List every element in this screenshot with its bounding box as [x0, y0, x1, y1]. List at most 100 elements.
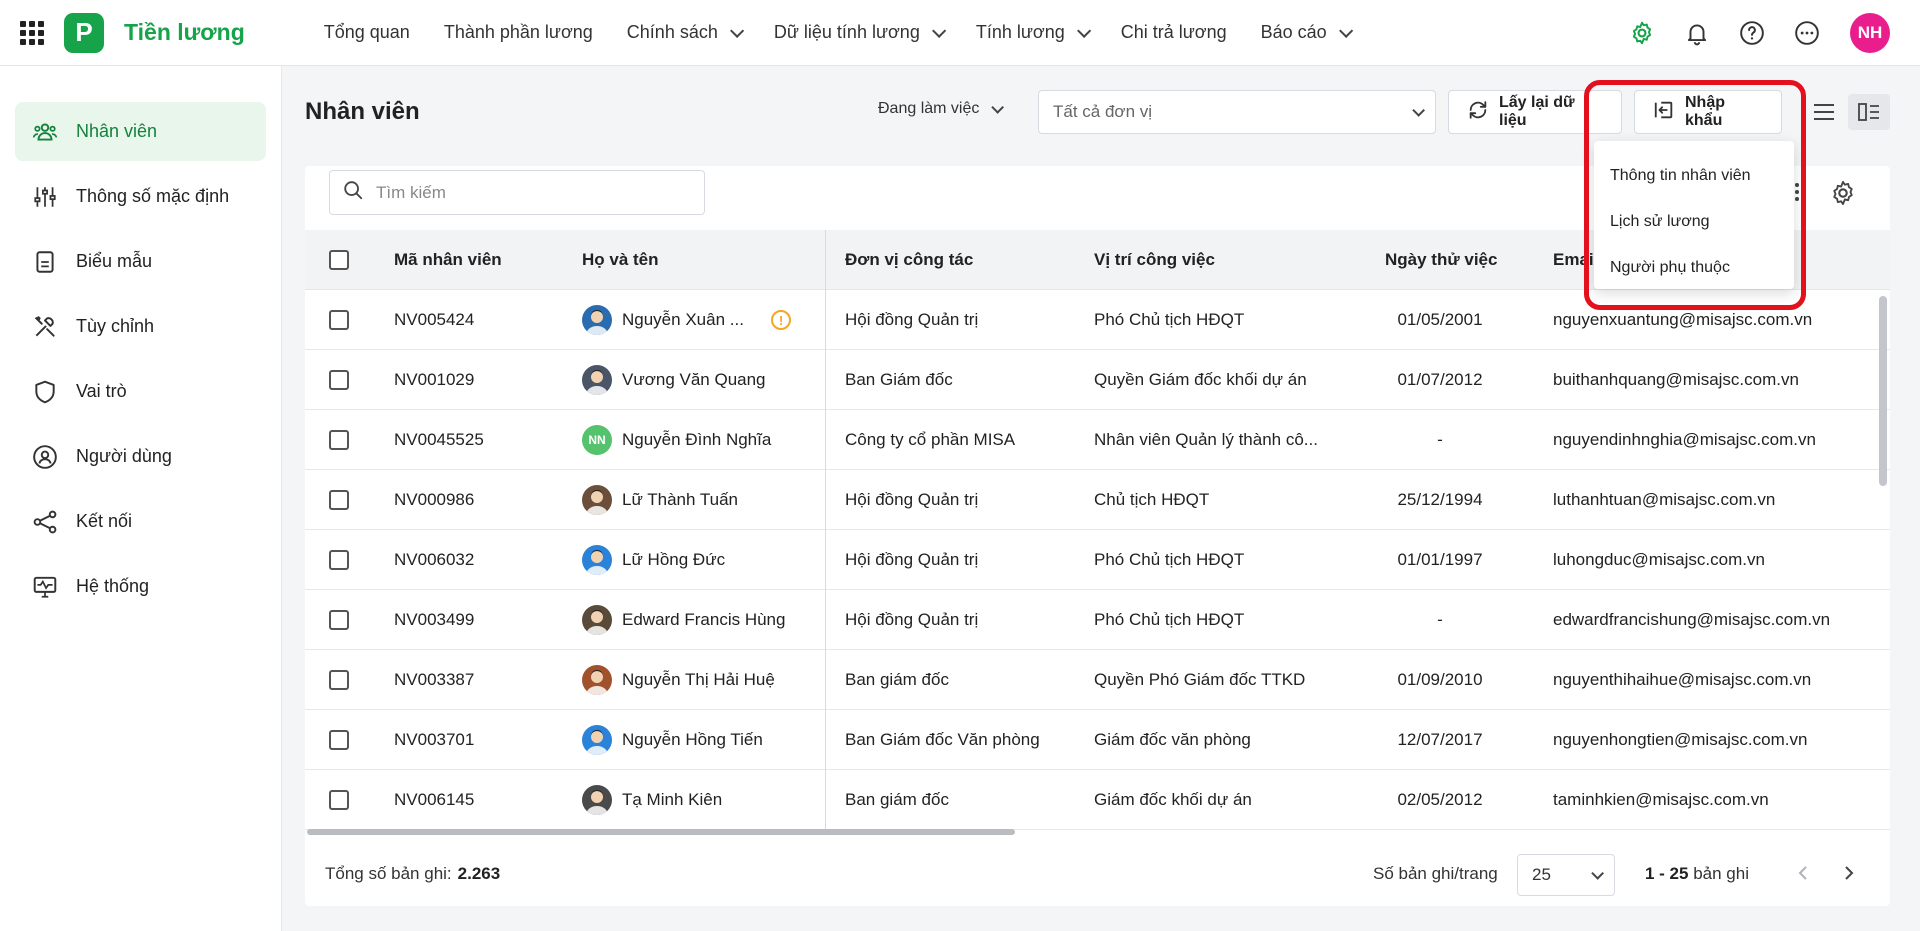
sidebar-item-label: Thông số mặc định: [76, 186, 230, 206]
refresh-label: Lấy lại dữ liệu: [1499, 94, 1575, 129]
import-button[interactable]: Nhập khẩu: [1634, 90, 1782, 134]
cell-text: nguyendinhnghia@misajsc.com.vn: [1553, 430, 1816, 449]
nav-item-label: Thành phần lương: [443, 22, 593, 42]
horizontal-scrollbar[interactable]: [307, 829, 1015, 835]
cell-unit: Hội đồng Quản trị: [845, 530, 978, 590]
cell-unit: Ban Giám đốc Văn phòng: [845, 710, 1040, 770]
column-header[interactable]: Đơn vị công tác: [845, 230, 973, 290]
gear-icon[interactable]: [1629, 20, 1655, 46]
per-page-select[interactable]: 25: [1517, 854, 1615, 896]
nav-item[interactable]: Tổng quan: [307, 0, 427, 66]
sidebar-item-label: Tùy chỉnh: [76, 316, 155, 336]
row-checkbox[interactable]: [329, 790, 349, 810]
sidebar-item[interactable]: Người dùng: [15, 427, 266, 486]
app-logo[interactable]: P: [64, 12, 104, 53]
table-row[interactable]: NV000986 Lữ Thành Tuấn Hội đồng Quản trị Ch…: [305, 470, 1890, 530]
cell-text: luthanhtuan@misajsc.com.vn: [1553, 490, 1776, 509]
chevron-down-icon: [1338, 23, 1353, 38]
table-settings-icon[interactable]: [1829, 179, 1857, 212]
sidebar-item[interactable]: Kết nối: [15, 492, 266, 551]
cell-text: NV000986: [394, 490, 475, 509]
tools-icon: [31, 313, 59, 341]
vertical-scrollbar[interactable]: [1879, 296, 1887, 486]
bell-icon[interactable]: [1684, 20, 1710, 46]
sliders-icon: [31, 183, 59, 211]
warning-icon[interactable]: !: [771, 310, 791, 330]
chevron-down-icon: [1076, 23, 1091, 38]
table-row[interactable]: NV003499 Edward Francis Hùng Hội đồng Quản…: [305, 590, 1890, 650]
app-grid-icon[interactable]: [18, 19, 46, 47]
row-checkbox[interactable]: [329, 730, 349, 750]
nav-item[interactable]: Báo cáo: [1244, 0, 1366, 66]
sidebar-item[interactable]: Vai trò: [15, 362, 266, 421]
nav-item[interactable]: Dữ liệu tính lương: [757, 0, 959, 66]
import-menu-item[interactable]: Người phụ thuộc: [1594, 245, 1794, 291]
user-avatar[interactable]: NH: [1850, 13, 1890, 53]
search-box[interactable]: [329, 170, 705, 215]
import-menu-item[interactable]: Lịch sử lương: [1594, 199, 1794, 245]
cell-text: NV006032: [394, 550, 475, 569]
cell-name: Lữ Thành Tuấn: [582, 470, 738, 530]
cell-text: Quyền Phó Giám đốc TTKD: [1094, 670, 1306, 689]
cell-code: NV000986: [394, 470, 474, 530]
split-view-icon[interactable]: [1848, 94, 1890, 130]
import-menu-item[interactable]: Thông tin nhân viên: [1594, 153, 1794, 199]
chevron-down-icon: [1412, 103, 1425, 117]
row-checkbox[interactable]: [329, 550, 349, 570]
next-page-icon[interactable]: [1843, 864, 1855, 887]
sidebar-item[interactable]: Tùy chỉnh: [15, 297, 266, 356]
user-circle-icon: [31, 443, 59, 471]
column-header[interactable]: Email: [1553, 230, 1598, 290]
table-row[interactable]: NV006032 Lữ Hồng Đức Hội đồng Quản trị Phó …: [305, 530, 1890, 590]
nav-item[interactable]: Chính sách: [610, 0, 757, 66]
cell-text: taminhkien@misajsc.com.vn: [1553, 790, 1769, 809]
nav-item[interactable]: Thành phần lương: [427, 0, 610, 66]
column-header[interactable]: Vị trí công việc: [1094, 230, 1215, 290]
table-row[interactable]: NV005424 Nguyễn Xuân ... Hội đồng Quản trị…: [305, 290, 1890, 350]
list-view-icon[interactable]: [1806, 94, 1842, 130]
help-icon[interactable]: [1739, 20, 1765, 46]
more-vertical-icon[interactable]: [1793, 180, 1801, 209]
row-checkbox[interactable]: [329, 490, 349, 510]
refresh-button[interactable]: Lấy lại dữ liệu: [1448, 90, 1622, 134]
cell-text: Hội đồng Quản trị: [845, 550, 979, 569]
search-input[interactable]: [376, 182, 676, 203]
chevron-down-icon: [729, 23, 745, 38]
cell-text: Phó Chủ tịch HĐQT: [1094, 550, 1245, 569]
app-name[interactable]: Tiền lương: [124, 19, 245, 46]
cell-text: -: [1437, 430, 1443, 449]
table-row[interactable]: NV003387 Nguyễn Thị Hải Huệ Ban giám đốc Qu…: [305, 650, 1890, 710]
row-checkbox[interactable]: [329, 670, 349, 690]
form-icon: [31, 248, 59, 276]
cell-position: Quyền Phó Giám đốc TTKD: [1094, 650, 1305, 710]
sidebar-item[interactable]: Nhân viên: [15, 102, 266, 161]
column-header[interactable]: Họ và tên: [582, 230, 659, 290]
row-checkbox[interactable]: [329, 310, 349, 330]
cell-unit: Hội đồng Quản trị: [845, 590, 978, 650]
cell-unit: Hội đồng Quản trị: [845, 470, 978, 530]
cell-name: Nguyễn Thị Hải Huệ: [582, 650, 775, 710]
sidebar-item[interactable]: Thông số mặc định: [15, 167, 266, 226]
table-row[interactable]: NV006145 Tạ Minh Kiên Ban giám đốc Giám đốc…: [305, 770, 1890, 830]
cell-position: Nhân viên Quản lý thành cô...: [1094, 410, 1318, 470]
table-row[interactable]: NV0045525 NN Nguyễn Đình Nghĩa Công ty cổ p…: [305, 410, 1890, 470]
sidebar-item[interactable]: Biểu mẫu: [15, 232, 266, 291]
cell-text: NV001029: [394, 370, 475, 389]
nav-item[interactable]: Tính lương: [959, 0, 1104, 66]
row-checkbox[interactable]: [329, 370, 349, 390]
column-header[interactable]: Mã nhân viên: [394, 230, 502, 290]
main-nav: Tổng quan Thành phần lương Chính sách Dữ li…: [307, 0, 1366, 66]
table-row[interactable]: NV003701 Nguyễn Hồng Tiến Ban Giám đốc Văn…: [305, 710, 1890, 770]
column-header[interactable]: Ngày thử việc: [1385, 230, 1497, 290]
row-checkbox[interactable]: [329, 430, 349, 450]
cell-text: NV003387: [394, 670, 475, 689]
select-all-checkbox[interactable]: [329, 250, 349, 270]
more-icon[interactable]: [1794, 20, 1820, 46]
row-checkbox[interactable]: [329, 610, 349, 630]
unit-filter[interactable]: Tất cả đơn vị: [1038, 90, 1436, 134]
status-filter[interactable]: Đang làm việc: [878, 100, 1005, 118]
sidebar-item[interactable]: Hệ thống: [15, 557, 266, 616]
previous-page-icon[interactable]: [1797, 864, 1809, 887]
nav-item[interactable]: Chi trả lương: [1104, 0, 1244, 66]
table-row[interactable]: NV001029 Vương Văn Quang Ban Giám đốc Quyền…: [305, 350, 1890, 410]
